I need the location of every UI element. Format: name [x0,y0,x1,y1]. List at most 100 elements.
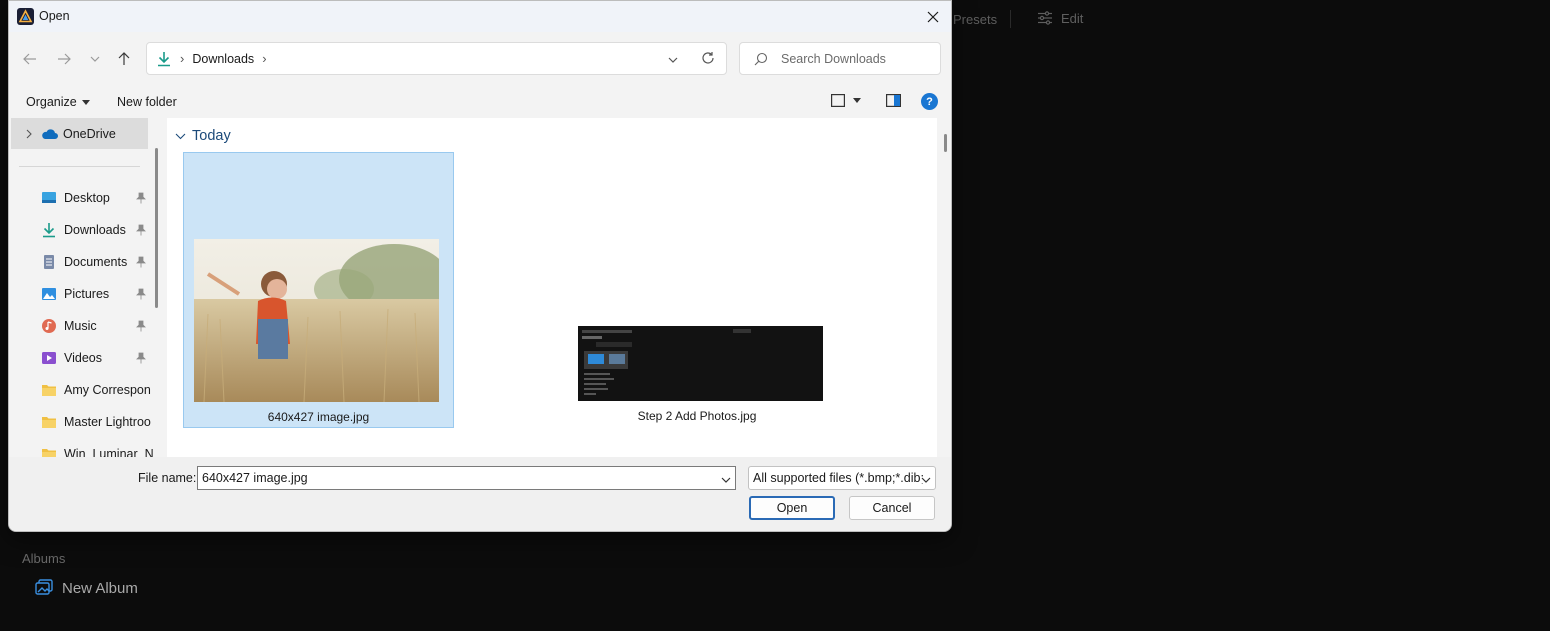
document-icon [44,255,54,269]
forward-button[interactable] [53,48,75,70]
sidebar-scrollbar[interactable] [155,148,158,308]
sidebar-item-label: OneDrive [63,126,116,141]
pin-icon [136,320,146,332]
dialog-title: Open [39,9,70,23]
search-icon [754,52,768,65]
breadcrumb-separator: › [180,51,185,66]
caret-down-icon [81,99,90,105]
sidebar-item-label: Videos [64,351,102,365]
sidebar-item-label: Downloads [64,223,126,237]
group-label: Today [192,128,231,144]
sidebar-item-folder[interactable]: Win_Luminar_N [41,443,154,457]
cancel-button[interactable]: Cancel [849,496,935,520]
pin-icon [136,256,146,268]
dialog-titlebar: Open [9,1,951,32]
file-item[interactable]: Step 2 Add Photos.jpg [562,152,832,428]
breadcrumb-downloads[interactable]: Downloads [192,52,254,66]
sidebar-item-label: Win_Luminar_N [64,447,154,457]
sidebar-item-onedrive[interactable]: OneDrive [11,118,148,149]
preview-pane-button[interactable] [886,94,902,110]
onedrive-cloud-icon [42,128,58,139]
sidebar-item-label: Documents [64,255,128,269]
help-button[interactable]: ? [921,93,938,110]
sliders-icon [1038,11,1052,25]
sidebar-item-music[interactable]: Music [41,315,151,337]
download-icon [43,223,55,238]
new-folder-button[interactable]: New folder [117,95,177,109]
close-button[interactable] [921,5,945,29]
arrow-right-icon [58,53,71,65]
sidebar-item-desktop[interactable]: Desktop [41,187,151,209]
sidebar-item-label: Desktop [64,191,110,205]
navigation-bar: › Downloads › Search Downloads [9,32,951,86]
arrow-up-icon [118,52,130,65]
file-name-field[interactable]: 640x427 image.jpg [197,466,736,490]
desktop-icon [42,192,56,203]
close-icon [927,11,939,23]
album-icon [35,579,53,595]
new-album-label: New Album [62,579,138,597]
folder-icon [42,417,56,428]
recent-locations-button[interactable] [84,48,106,70]
sidebar-item-label: Master Lightroo [64,415,151,429]
folder-icon [42,449,56,457]
download-icon [158,51,170,66]
file-list: Today 640x427 image.jpg Step 2 Add Photo… [167,118,937,457]
sidebar-item-pictures[interactable]: Pictures [41,283,151,305]
back-button[interactable] [19,48,41,70]
sidebar-item-videos[interactable]: Videos [41,347,151,369]
preview-pane-icon [886,94,902,108]
refresh-button[interactable] [701,51,715,68]
breadcrumb-chevron[interactable]: › [262,51,266,66]
chevron-down-icon[interactable] [721,477,731,483]
up-button[interactable] [113,48,135,70]
caret-down-icon [853,98,861,103]
sidebar-item-downloads[interactable]: Downloads [41,219,151,241]
chevron-down-icon [921,477,931,483]
arrow-left-icon [23,53,36,65]
sidebar-item-label: Amy Correspon [64,383,151,397]
navigation-pane: OneDrive Desktop Downloads Documents Pic… [9,118,159,457]
view-icon [831,94,845,107]
file-name: 640x427 image.jpg [267,410,370,424]
search-input[interactable]: Search Downloads [739,42,941,75]
chevron-down-icon [90,56,100,62]
video-icon [42,352,56,364]
presets-tab[interactable]: Presets [953,12,997,27]
pin-icon [136,192,146,204]
address-history-button[interactable] [668,51,678,66]
organize-button[interactable]: Organize [26,95,90,109]
file-item-selected[interactable]: 640x427 image.jpg [183,152,454,428]
edit-tab[interactable]: Edit [1037,10,1083,26]
sidebar-item-folder[interactable]: Amy Correspon [41,379,151,401]
pictures-icon [42,288,56,300]
file-name-value: 640x427 image.jpg [202,471,308,485]
file-type-select[interactable]: All supported files (*.bmp;*.dib; [748,466,936,490]
edit-tab-label: Edit [1061,10,1084,26]
sidebar-item-label: Pictures [64,287,110,301]
group-header-today[interactable]: Today [175,128,231,144]
address-bar[interactable]: › Downloads › [146,42,727,75]
change-view-button[interactable] [831,94,861,107]
chevron-down-icon [175,133,186,139]
photo-thumbnail [194,239,439,402]
file-name: Step 2 Add Photos.jpg [637,409,757,423]
sidebar-item-folder[interactable]: Master Lightroo [41,411,151,433]
command-bar: Organize New folder ? [9,86,951,118]
organize-label: Organize [26,95,77,109]
open-file-dialog: Open › Downloads › Search Downloads Orga… [8,0,952,532]
new-album-button[interactable]: New Album [34,578,138,598]
tab-divider [1010,10,1011,28]
pin-icon [136,352,146,364]
file-list-scrollbar[interactable] [944,134,947,152]
folder-icon [42,385,56,396]
sidebar-item-documents[interactable]: Documents [41,251,151,273]
open-button[interactable]: Open [749,496,835,520]
music-icon [42,319,56,333]
refresh-icon [702,52,714,64]
pin-icon [136,224,146,236]
chevron-right-icon[interactable] [23,128,35,140]
sidebar-item-label: Music [64,319,97,333]
luminar-app-icon [17,8,34,25]
chevron-down-icon [668,57,678,63]
